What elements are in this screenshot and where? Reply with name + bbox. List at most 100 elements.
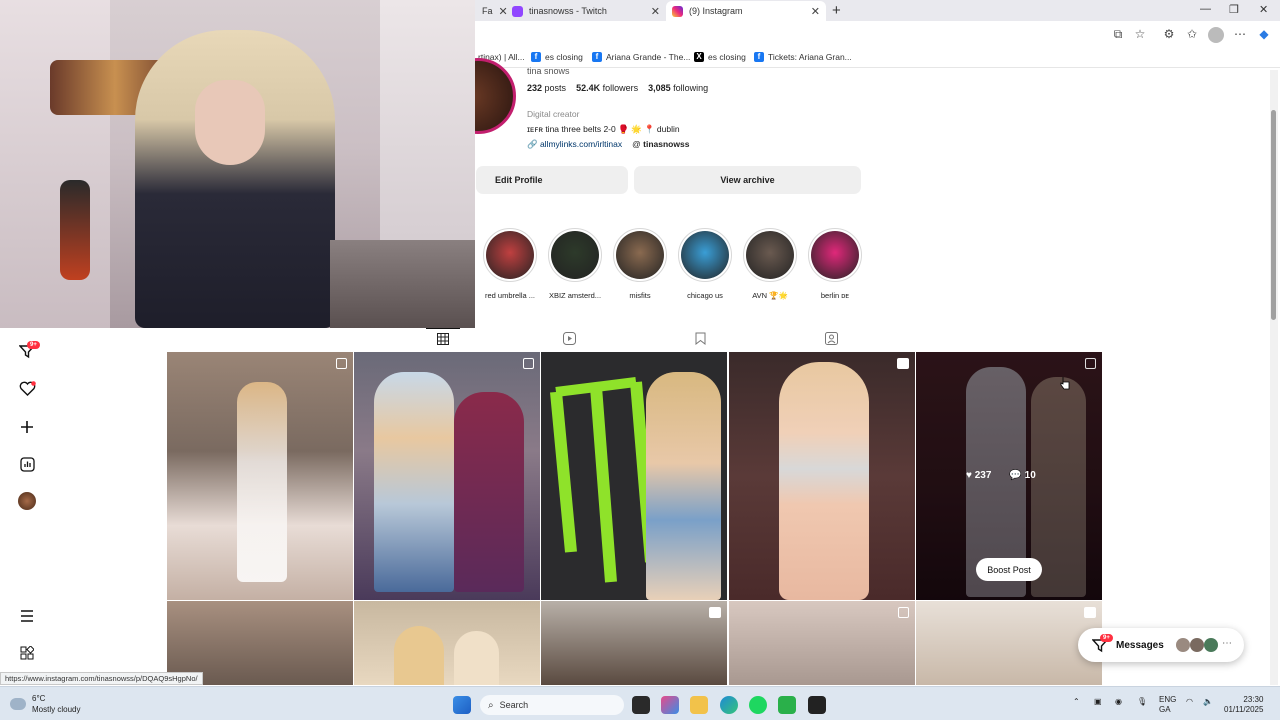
hamburger-menu-icon — [21, 610, 33, 622]
carousel-icon — [898, 607, 909, 618]
tab-posts-grid[interactable] — [426, 328, 460, 348]
facebook-icon: f — [592, 52, 602, 62]
clock[interactable]: 23:30 01/11/2025 — [1224, 695, 1263, 715]
extensions-icon[interactable]: ⚙ — [1161, 27, 1177, 43]
bed — [330, 240, 475, 328]
file-explorer-icon[interactable] — [690, 696, 708, 714]
windows-start-icon[interactable] — [453, 696, 471, 714]
bookmark-item[interactable]: f Ariana Grande - The... — [592, 52, 690, 62]
microphone-icon[interactable]: 🎙 — [1137, 697, 1147, 706]
bookmark-item[interactable]: f Tickets: Ariana Gran... — [754, 52, 852, 62]
favorite-star-icon[interactable]: ☆ — [1132, 27, 1148, 43]
post-subject — [454, 392, 524, 592]
tab-tagged[interactable] — [819, 328, 843, 348]
external-link[interactable]: 🔗 allmylinks.com/irltinax — [527, 139, 622, 150]
edit-profile-button[interactable]: Edit Profile — [476, 166, 628, 194]
reel-icon — [1084, 607, 1096, 618]
tray-app-icon[interactable]: ▣ — [1094, 697, 1102, 706]
highlight-item[interactable]: misfits — [612, 228, 668, 300]
split-screen-icon[interactable]: ⧉ — [1110, 27, 1126, 43]
apps-grid-icon — [20, 646, 34, 660]
tray-chevron-icon[interactable]: ⌃ — [1073, 697, 1080, 706]
highlight-item[interactable]: berlin ᴅᴇ — [807, 228, 863, 300]
also-from-meta-button[interactable] — [18, 644, 36, 662]
weather-widget[interactable]: 6°C Mostly cloudy — [10, 693, 80, 715]
highlight-item[interactable]: XBIZ amsterd... — [547, 228, 603, 300]
tab-partial[interactable]: Fa ✕ — [476, 1, 508, 21]
view-archive-button[interactable]: View archive — [634, 166, 861, 194]
favorites-icon[interactable]: ✩ — [1184, 27, 1200, 43]
minimize-icon[interactable]: — — [1200, 3, 1211, 15]
post-thumbnail[interactable] — [354, 601, 540, 685]
epic-games-icon[interactable] — [808, 696, 826, 714]
tray-app-icon[interactable]: ◉ — [1115, 697, 1122, 706]
tab-twitch[interactable]: tinasnowss - Twitch ✕ — [506, 1, 666, 21]
maximize-icon[interactable]: ❐ — [1229, 3, 1239, 16]
post-thumbnail[interactable] — [541, 601, 727, 685]
messages-button[interactable]: 9+ Messages ⋯ — [1078, 628, 1244, 662]
highlight-item[interactable]: chicago us — [677, 228, 733, 300]
threads-link[interactable]: @ tinasnowss — [632, 139, 689, 150]
highlight-cover — [548, 228, 602, 282]
bookmark-item[interactable]: f es closing — [531, 52, 583, 62]
highlight-item[interactable]: AVN 🏆🌟 — [742, 228, 798, 300]
likes-count: ♥ 237 — [966, 470, 992, 481]
dashboard-button[interactable] — [18, 455, 36, 473]
volume-icon[interactable]: 🔈 — [1203, 697, 1213, 706]
activity-button[interactable] — [18, 380, 36, 398]
bookmark-item[interactable]: X es closing — [694, 52, 746, 62]
search-icon: ⌕ — [488, 699, 494, 711]
close-window-icon[interactable]: ✕ — [1259, 3, 1268, 16]
following-count[interactable]: 3,085 following — [648, 83, 708, 93]
post-thumbnail[interactable] — [916, 601, 1102, 685]
bookmark-label: es closing — [708, 52, 746, 62]
profile-icon[interactable] — [1208, 27, 1224, 43]
taskbar-search[interactable]: ⌕ Search — [480, 695, 624, 715]
messages-label: Messages — [1116, 639, 1164, 651]
copilot-taskbar-icon[interactable] — [661, 696, 679, 714]
post-thumbnail[interactable] — [729, 352, 915, 600]
tab-saved[interactable] — [688, 328, 712, 348]
close-tab-icon[interactable]: ✕ — [651, 5, 660, 18]
spotify-icon[interactable] — [749, 696, 767, 714]
tab-reels[interactable] — [557, 328, 581, 348]
highlight-cover — [483, 228, 537, 282]
profile-bio: ɪᴇꜰʀ tina three belts 2-0 🥊 🌟 📍 dublin — [527, 124, 680, 134]
copilot-icon[interactable]: ◆ — [1256, 27, 1272, 43]
post-thumbnail[interactable] — [541, 352, 727, 600]
highlight-label: red umbrella ... — [484, 291, 536, 300]
highlight-item[interactable]: red umbrella ... — [482, 228, 538, 300]
language-indicator[interactable]: ENG GA — [1159, 695, 1176, 715]
wifi-icon[interactable]: ◠ — [1186, 697, 1193, 706]
post-subject — [374, 372, 454, 592]
post-hover-stats: ♥ 237 💬 10 — [966, 470, 1036, 481]
more-button[interactable] — [18, 607, 36, 625]
scrollbar-thumb[interactable] — [1271, 110, 1276, 320]
time: 23:30 — [1243, 695, 1264, 704]
streamer-face — [195, 80, 265, 165]
create-button[interactable] — [18, 418, 36, 436]
tab-instagram[interactable]: (9) Instagram ✕ — [666, 1, 826, 21]
edge-browser-icon[interactable] — [720, 696, 738, 714]
followers-count[interactable]: 52.4K followers — [576, 83, 638, 93]
post-thumbnail[interactable] — [729, 601, 915, 685]
post-thumbnail[interactable] — [354, 352, 540, 600]
tab-label: Fa — [482, 6, 493, 16]
profile-button[interactable] — [18, 492, 36, 510]
notifications-button[interactable]: 9+ — [18, 341, 40, 360]
task-view-icon[interactable] — [632, 696, 650, 714]
figurine — [60, 180, 90, 280]
notification-badge: 9+ — [27, 341, 40, 349]
chat-avatar — [1190, 638, 1204, 652]
cloud-icon — [10, 698, 26, 710]
highlight-image — [551, 231, 599, 279]
more-menu-icon[interactable]: ⋯ — [1232, 27, 1248, 43]
highlight-cover — [678, 228, 732, 282]
new-tab-icon[interactable]: + — [832, 2, 841, 19]
boost-post-button[interactable]: Boost Post — [976, 558, 1042, 581]
post-thumbnail[interactable] — [167, 352, 353, 600]
page-scrollbar[interactable] — [1270, 70, 1278, 685]
app-icon[interactable] — [778, 696, 796, 714]
x-icon: X — [694, 52, 704, 62]
close-tab-icon[interactable]: ✕ — [811, 5, 820, 18]
